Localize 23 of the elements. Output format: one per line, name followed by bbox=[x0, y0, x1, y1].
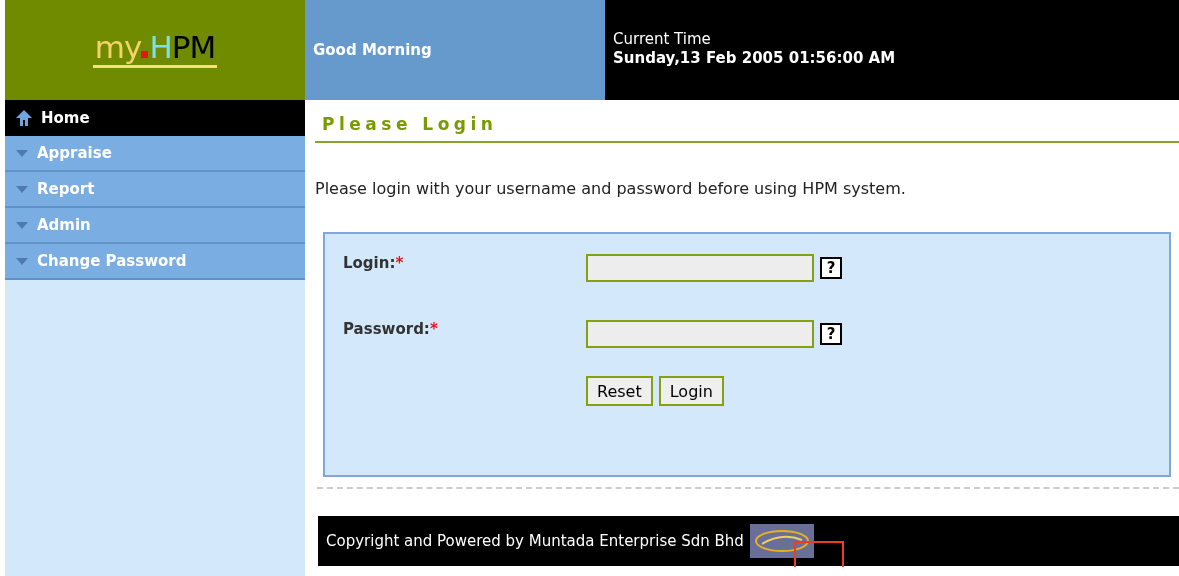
clock-label: Current Time bbox=[613, 30, 712, 49]
highlight-frame bbox=[794, 541, 844, 567]
greeting-text: Good Morning bbox=[313, 41, 432, 59]
field-label: Password:* bbox=[343, 320, 439, 340]
form-button[interactable]: Reset bbox=[586, 376, 653, 406]
caret-icon bbox=[15, 184, 29, 194]
company-logo-icon bbox=[749, 524, 814, 558]
input-field[interactable] bbox=[586, 320, 814, 348]
help-button[interactable]: ? bbox=[820, 323, 842, 345]
site-logo: my HPM bbox=[92, 32, 218, 68]
clock-value: Sunday,13 Feb 2005 01:56:00 AM bbox=[613, 48, 897, 68]
caret-icon bbox=[15, 148, 29, 158]
form-button[interactable]: Login bbox=[658, 376, 724, 406]
copyright-text: Copyright and Powered by Muntada Enterprise Sdn Bhd bbox=[326, 532, 744, 550]
caret-icon bbox=[15, 220, 29, 230]
sidebar-item[interactable]: Home bbox=[5, 100, 305, 136]
page-heading: Please Login bbox=[315, 114, 1179, 143]
input-field[interactable] bbox=[586, 254, 814, 282]
home-icon bbox=[15, 109, 33, 127]
intro-text: Please login with your username and password before using HPM system. bbox=[315, 179, 907, 198]
caret-icon bbox=[15, 256, 29, 266]
field-label: Login:* bbox=[343, 254, 405, 274]
help-button[interactable]: ? bbox=[820, 257, 842, 279]
